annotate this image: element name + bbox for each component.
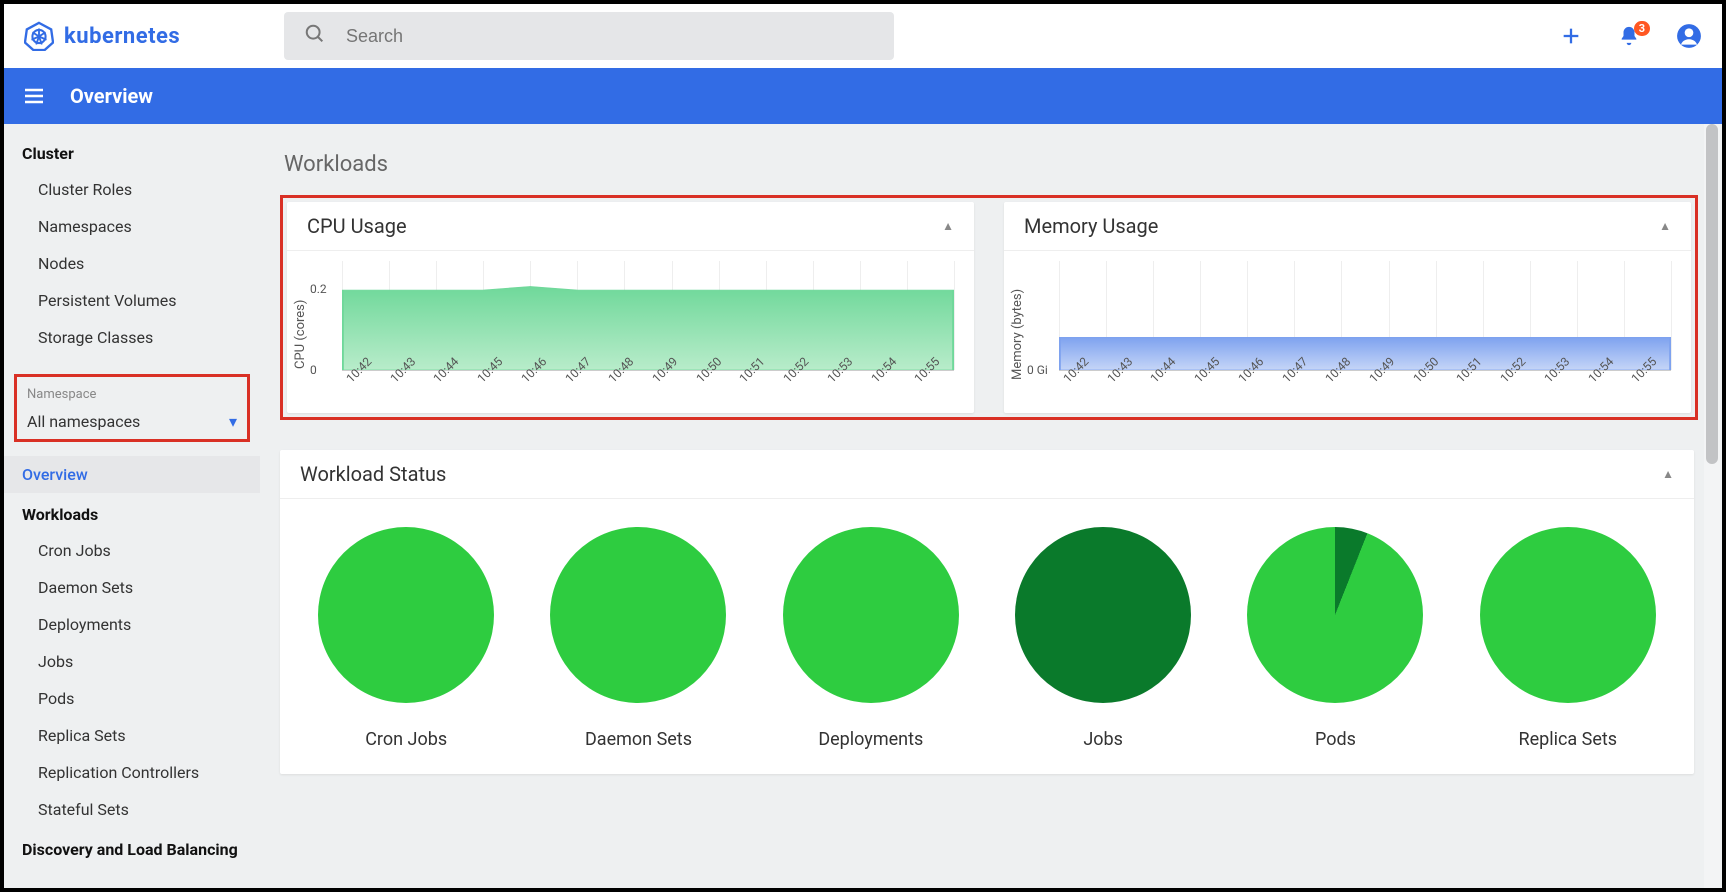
scrollbar-thumb[interactable] xyxy=(1706,124,1718,464)
pie-label: Pods xyxy=(1315,729,1356,750)
namespace-dropdown[interactable]: All namespaces ▾ xyxy=(27,412,237,431)
workload-pie-daemon-sets[interactable]: Daemon Sets xyxy=(550,527,726,750)
cpu-y-base: 0 xyxy=(310,363,317,377)
brand-text: kubernetes xyxy=(64,24,180,49)
search-box[interactable] xyxy=(284,12,894,60)
sidebar-item-storage-classes[interactable]: Storage Classes xyxy=(4,319,260,356)
search-input[interactable] xyxy=(346,26,874,47)
caret-down-icon: ▾ xyxy=(229,412,237,431)
account-button[interactable] xyxy=(1676,23,1702,49)
sidebar-item-replica-sets[interactable]: Replica Sets xyxy=(4,717,260,754)
pie-label: Cron Jobs xyxy=(365,729,447,750)
pie-label: Daemon Sets xyxy=(585,729,692,750)
sidebar-item-stateful-sets[interactable]: Stateful Sets xyxy=(4,791,260,828)
sidebar-item-replication-controllers[interactable]: Replication Controllers xyxy=(4,754,260,791)
create-button[interactable] xyxy=(1560,25,1582,47)
top-bar: kubernetes 3 xyxy=(4,4,1722,68)
notifications-button[interactable]: 3 xyxy=(1618,25,1640,47)
workload-pie-jobs[interactable]: Jobs xyxy=(1015,527,1191,750)
workload-pie-deployments[interactable]: Deployments xyxy=(783,527,959,750)
pie-chart xyxy=(550,527,726,703)
search-icon xyxy=(304,23,326,49)
memory-y-axis-label: Memory (bytes) xyxy=(1010,261,1025,407)
notification-badge: 3 xyxy=(1634,21,1650,36)
collapse-icon[interactable]: ▲ xyxy=(1662,467,1674,481)
page-title: Overview xyxy=(70,84,153,108)
sidebar-group-workloads[interactable]: Workloads xyxy=(4,493,260,532)
workload-status-body: Cron Jobs Daemon Sets Deployments Jobs Pods R… xyxy=(280,499,1694,774)
cpu-x-ticks: 10:4210:4310:4410:4510:4610:4710:4810:49… xyxy=(342,377,954,407)
workload-status-card: Workload Status ▲ Cron Jobs Daemon Sets De… xyxy=(280,450,1694,774)
namespace-value: All namespaces xyxy=(27,412,140,431)
memory-usage-card: Memory Usage ▲ Memory (bytes) 0 Gi 10:42… xyxy=(1004,202,1691,413)
cpu-usage-card: CPU Usage ▲ CPU (cores) 0.2 0 10:4210:43… xyxy=(287,202,974,413)
sidebar-item-overview[interactable]: Overview xyxy=(4,456,260,493)
namespace-selector[interactable]: Namespace All namespaces ▾ xyxy=(14,374,250,442)
pie-chart xyxy=(783,527,959,703)
pie-chart xyxy=(1247,527,1423,703)
pie-chart xyxy=(1015,527,1191,703)
workload-pie-replica-sets[interactable]: Replica Sets xyxy=(1480,527,1656,750)
collapse-icon[interactable]: ▲ xyxy=(1659,219,1671,233)
cpu-card-title: CPU Usage xyxy=(307,214,407,238)
sidebar-item-persistent-volumes[interactable]: Persistent Volumes xyxy=(4,282,260,319)
memory-card-title: Memory Usage xyxy=(1024,214,1158,238)
top-actions: 3 xyxy=(1560,23,1702,49)
pie-chart xyxy=(318,527,494,703)
namespace-label: Namespace xyxy=(27,387,237,402)
workloads-heading: Workloads xyxy=(284,152,1698,177)
sidebar: Cluster Cluster Roles Namespaces Nodes P… xyxy=(4,124,260,888)
usage-charts-row: CPU Usage ▲ CPU (cores) 0.2 0 10:4210:43… xyxy=(280,195,1698,420)
sidebar-group-cluster[interactable]: Cluster xyxy=(4,132,260,171)
workload-pie-pods[interactable]: Pods xyxy=(1247,527,1423,750)
main-content: Workloads CPU Usage ▲ CPU (cores) 0.2 0 xyxy=(260,124,1722,888)
hamburger-menu-icon[interactable] xyxy=(22,84,46,108)
vertical-scrollbar[interactable] xyxy=(1704,124,1720,888)
cpu-y-axis-label: CPU (cores) xyxy=(293,261,308,407)
pie-chart xyxy=(1480,527,1656,703)
kubernetes-logo-icon xyxy=(24,21,54,51)
sidebar-item-jobs[interactable]: Jobs xyxy=(4,643,260,680)
workload-pie-cron-jobs[interactable]: Cron Jobs xyxy=(318,527,494,750)
pie-label: Deployments xyxy=(818,729,923,750)
sidebar-item-cluster-roles[interactable]: Cluster Roles xyxy=(4,171,260,208)
workload-status-title: Workload Status xyxy=(300,462,446,486)
sidebar-item-deployments[interactable]: Deployments xyxy=(4,606,260,643)
collapse-icon[interactable]: ▲ xyxy=(942,219,954,233)
sidebar-item-namespaces[interactable]: Namespaces xyxy=(4,208,260,245)
sidebar-item-daemon-sets[interactable]: Daemon Sets xyxy=(4,569,260,606)
sidebar-item-cron-jobs[interactable]: Cron Jobs xyxy=(4,532,260,569)
cpu-y-tick: 0.2 xyxy=(310,282,327,296)
memory-x-ticks: 10:4210:4310:4410:4510:4610:4710:4810:49… xyxy=(1059,377,1671,407)
pie-label: Jobs xyxy=(1083,729,1123,750)
sidebar-item-nodes[interactable]: Nodes xyxy=(4,245,260,282)
pie-label: Replica Sets xyxy=(1519,729,1618,750)
sidebar-group-discovery[interactable]: Discovery and Load Balancing xyxy=(4,828,260,867)
logo[interactable]: kubernetes xyxy=(24,21,284,51)
sub-header: Overview xyxy=(4,68,1722,124)
sidebar-item-pods[interactable]: Pods xyxy=(4,680,260,717)
memory-y-base: 0 Gi xyxy=(1027,363,1048,377)
